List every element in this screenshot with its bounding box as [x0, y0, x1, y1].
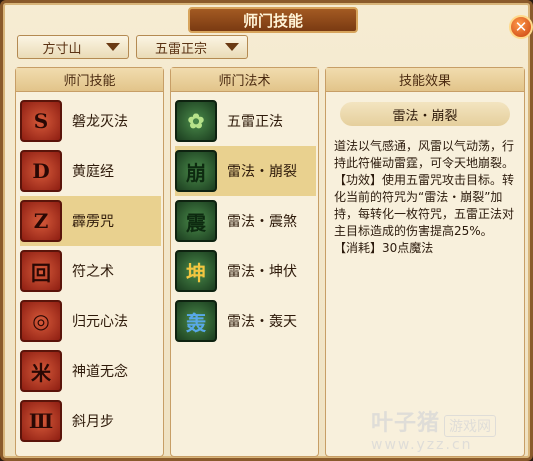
skills-window: 师门技能 ✕ 方寸山 五雷正宗 师门技能 S 磐龙灭法 D 黄庭经 Z 霹雳咒 …	[0, 0, 533, 461]
skill-huangting-icon: D	[20, 150, 62, 192]
school-dropdown-value: 方寸山	[42, 41, 82, 57]
spell-zhensha-icon: 震	[175, 200, 217, 242]
effect-function: 【功效】使用五雷咒攻击目标。转化当前的符咒为“雷法・崩裂”加持，每转化一枚符咒，…	[334, 173, 515, 238]
skill-item-guiyuan[interactable]: ◎ 归元心法	[20, 296, 161, 346]
skill-item-xieyue[interactable]: Ⅲ 斜月步	[20, 396, 161, 446]
site-watermark: 叶子猪 游戏网 www.yzz.cn	[371, 405, 531, 459]
spell-item-zhensha[interactable]: 震 雷法・震煞	[175, 196, 316, 246]
spell-hongtian-icon: 轰	[175, 300, 217, 342]
skill-xieyue-icon: Ⅲ	[20, 400, 62, 442]
skill-label: 归元心法	[72, 314, 128, 330]
spell-item-wulei[interactable]: ✿ 五雷正法	[175, 96, 316, 146]
chevron-down-icon	[225, 43, 239, 51]
spell-item-hongtian[interactable]: 轰 雷法・轰天	[175, 296, 316, 346]
skill-item-panlong[interactable]: S 磐龙灭法	[20, 96, 161, 146]
skill-label: 霹雳咒	[72, 214, 114, 230]
spell-benglie-icon: 崩	[175, 150, 217, 192]
skill-label: 磐龙灭法	[72, 114, 128, 130]
skill-label: 神道无念	[72, 364, 128, 380]
skill-guiyuan-icon: ◎	[20, 300, 62, 342]
spell-item-benglie[interactable]: 崩 雷法・崩裂	[175, 146, 316, 196]
skill-set-dropdown-value: 五雷正宗	[154, 41, 207, 57]
skill-pili-icon: Z	[20, 200, 62, 242]
watermark-url: www.yzz.cn	[371, 437, 473, 453]
spell-item-kunfu[interactable]: 坤 雷法・坤伏	[175, 246, 316, 296]
effect-description: 道法以气感通，风雷以气动荡，行持此符催动雷霆，可令天地崩裂。	[334, 139, 515, 170]
watermark-name: 叶子猪	[371, 411, 441, 436]
skill-item-shendao[interactable]: 米 神道无念	[20, 346, 161, 396]
effect-panel-header: 技能效果	[326, 68, 524, 92]
effect-cost: 【消耗】30点魔法	[334, 241, 434, 255]
skill-item-fuzhishu[interactable]: 回 符之术	[20, 246, 161, 296]
spell-label: 雷法・震煞	[227, 214, 297, 230]
school-dropdown[interactable]: 方寸山	[17, 35, 129, 59]
window-title: 师门技能	[188, 7, 358, 33]
skills-panel-header: 师门技能	[16, 68, 163, 92]
skills-panel: 师门技能 S 磐龙灭法 D 黄庭经 Z 霹雳咒 回 符之术 ◎ 归元心法 米 神…	[15, 67, 164, 457]
skill-label: 斜月步	[72, 414, 114, 430]
spells-panel-header: 师门法术	[171, 68, 318, 92]
spell-label: 雷法・崩裂	[227, 164, 297, 180]
skill-item-huangting[interactable]: D 黄庭经	[20, 146, 161, 196]
skill-shendao-icon: 米	[20, 350, 62, 392]
spell-kunfu-icon: 坤	[175, 250, 217, 292]
skill-panlong-icon: S	[20, 100, 62, 142]
skill-fuzhishu-icon: 回	[20, 250, 62, 292]
spell-label: 雷法・轰天	[227, 314, 297, 330]
effect-name: 雷法・崩裂	[340, 102, 510, 126]
spells-panel: 师门法术 ✿ 五雷正法 崩 雷法・崩裂 震 雷法・震煞 坤 雷法・坤伏 轰 雷法…	[170, 67, 319, 457]
watermark-tag: 游戏网	[444, 414, 497, 437]
close-icon[interactable]: ✕	[509, 15, 533, 39]
skill-item-pili[interactable]: Z 霹雳咒	[20, 196, 161, 246]
effect-description-block: 道法以气感通，风雷以气动荡，行持此符催动雷霆，可令天地崩裂。 【功效】使用五雷咒…	[334, 138, 516, 257]
spell-label: 雷法・坤伏	[227, 264, 297, 280]
chevron-down-icon	[106, 43, 120, 51]
skill-set-dropdown[interactable]: 五雷正宗	[136, 35, 248, 59]
spell-label: 五雷正法	[227, 114, 283, 130]
spell-wulei-icon: ✿	[175, 100, 217, 142]
skill-label: 符之术	[72, 264, 114, 280]
skill-label: 黄庭经	[72, 164, 114, 180]
effect-panel: 技能效果 雷法・崩裂 道法以气感通，风雷以气动荡，行持此符催动雷霆，可令天地崩裂…	[325, 67, 525, 457]
